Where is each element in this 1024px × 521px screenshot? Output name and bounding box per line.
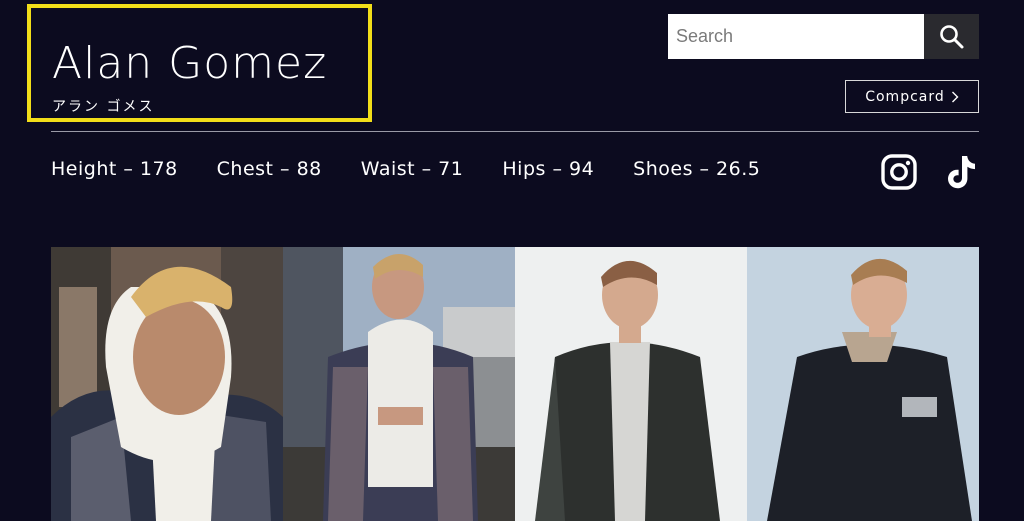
model-name-kana: アラン ゴメス <box>52 99 155 115</box>
photo-gallery <box>51 247 979 521</box>
search-input[interactable] <box>668 14 924 59</box>
gallery-photo[interactable] <box>515 247 747 521</box>
measurement-chest: Chest – 88 <box>216 158 322 180</box>
photo-black-shirt-blue-bg <box>747 247 979 521</box>
photo-leather-jacket-white-bg <box>515 247 747 521</box>
header-divider <box>51 131 979 132</box>
search-icon <box>939 24 963 48</box>
measurement-height: Height – 178 <box>51 158 178 180</box>
tiktok-icon[interactable] <box>943 154 979 190</box>
measurements-list: Height – 178 Chest – 88 Waist – 71 Hips … <box>51 158 799 180</box>
gallery-photo[interactable] <box>51 247 283 521</box>
chevron-right-icon <box>951 91 959 102</box>
gallery-photo[interactable] <box>747 247 979 521</box>
photo-hoodie-plaid-shirt-city <box>283 247 515 521</box>
measurement-waist: Waist – 71 <box>360 158 464 180</box>
compcard-button[interactable]: Compcard <box>845 80 979 113</box>
model-name: Alan Gomez <box>52 38 328 89</box>
gallery-photo[interactable] <box>283 247 515 521</box>
search-button[interactable] <box>924 14 979 59</box>
measurement-shoes: Shoes – 26.5 <box>633 158 761 180</box>
compcard-label: Compcard <box>865 88 945 105</box>
photo-blond-hoodie-plaid-closeup <box>51 247 283 521</box>
measurement-hips: Hips – 94 <box>502 158 595 180</box>
instagram-icon[interactable] <box>881 154 917 190</box>
